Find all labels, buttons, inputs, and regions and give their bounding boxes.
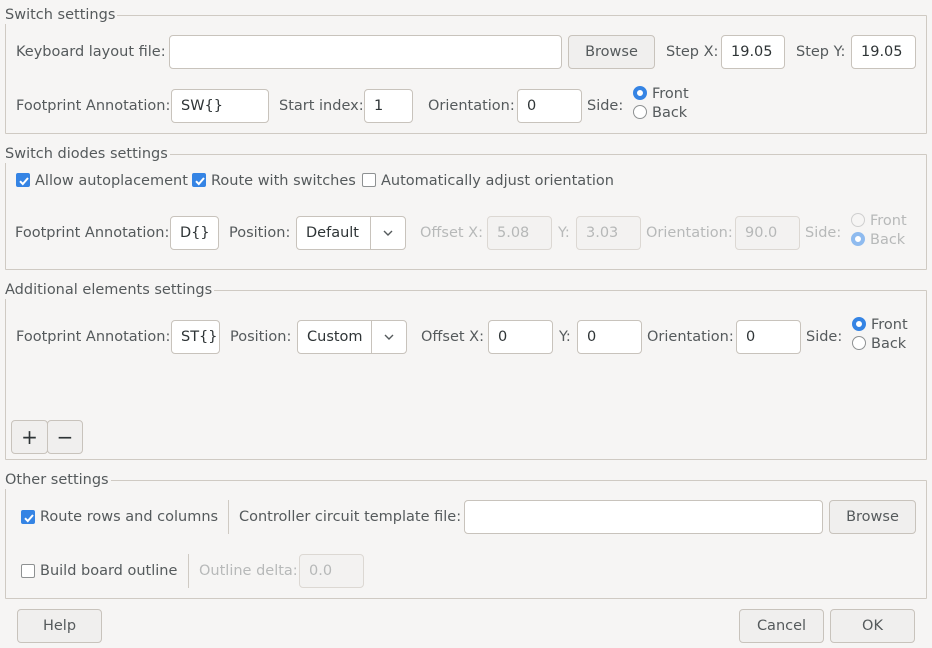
other-settings-title: Other settings: [5, 471, 111, 489]
route-rows-columns-label[interactable]: Route rows and columns: [40, 508, 218, 526]
minus-icon: −: [56, 425, 74, 449]
outline-delta-label: Outline delta:: [199, 563, 298, 579]
add-element-button[interactable]: +: [11, 420, 48, 454]
check-icon: [19, 177, 29, 186]
chevron-down-icon: [371, 321, 406, 353]
additional-y-input[interactable]: 0: [577, 320, 642, 354]
ok-button[interactable]: OK: [830, 609, 915, 643]
adjust-orientation-checkbox[interactable]: [362, 173, 376, 187]
switch-settings-group: [5, 15, 927, 134]
switch-side-front-label[interactable]: Front: [652, 85, 689, 103]
diode-footprint-label: Footprint Annotation:: [15, 225, 170, 241]
step-y-input[interactable]: 19.05: [851, 35, 916, 69]
layout-browse-button[interactable]: Browse: [568, 35, 655, 69]
step-y-label: Step Y:: [796, 44, 846, 60]
switch-orientation-label: Orientation:: [428, 98, 515, 114]
diode-position-value: Default: [306, 225, 359, 241]
diode-side-back-label: Back: [870, 232, 906, 248]
diode-offset-x-input: 5.08: [487, 216, 552, 250]
switch-footprint-input[interactable]: SW{}: [171, 89, 269, 123]
diode-side-front-label: Front: [870, 213, 907, 229]
cancel-button[interactable]: Cancel: [739, 609, 824, 643]
additional-side-back-radio[interactable]: [852, 336, 866, 350]
additional-side-front-radio[interactable]: [852, 317, 866, 331]
switch-settings-title: Switch settings: [5, 6, 118, 24]
check-icon: [195, 177, 205, 186]
additional-settings-group: [5, 290, 927, 460]
switch-side-label: Side:: [587, 98, 624, 114]
additional-offset-x-label: Offset X:: [421, 329, 484, 345]
additional-offset-x-input[interactable]: 0: [488, 320, 553, 354]
template-browse-button[interactable]: Browse: [829, 500, 916, 534]
separator: [188, 554, 189, 588]
diode-orientation-input: 90.0: [735, 216, 800, 250]
additional-side-back-label[interactable]: Back: [871, 335, 906, 353]
additional-position-combo[interactable]: Custom: [297, 320, 407, 354]
template-file-input[interactable]: [464, 500, 823, 534]
diodes-settings-title: Switch diodes settings: [5, 145, 170, 163]
chevron-down-icon: [370, 217, 405, 249]
template-file-label: Controller circuit template file:: [239, 509, 462, 525]
switch-side-front-radio[interactable]: [633, 86, 647, 100]
additional-position-label: Position:: [230, 329, 292, 345]
switch-footprint-label: Footprint Annotation:: [16, 98, 171, 114]
build-outline-label[interactable]: Build board outline: [40, 562, 177, 580]
outline-delta-input: 0.0: [299, 554, 364, 588]
layout-file-input[interactable]: [169, 35, 562, 69]
diode-side-back-radio: [851, 232, 865, 246]
additional-orientation-input[interactable]: 0: [736, 320, 801, 354]
step-x-label: Step X:: [666, 44, 719, 60]
separator: [228, 500, 229, 534]
route-with-switches-checkbox[interactable]: [192, 173, 206, 187]
other-settings-group: [5, 480, 927, 599]
allow-autoplacement-checkbox[interactable]: [16, 173, 30, 187]
additional-settings-title: Additional elements settings: [5, 281, 215, 299]
diode-footprint-input[interactable]: D{}: [170, 216, 219, 250]
additional-side-label: Side:: [806, 329, 843, 345]
additional-position-value: Custom: [307, 329, 363, 345]
step-x-input[interactable]: 19.05: [721, 35, 785, 69]
start-index-input[interactable]: 1: [364, 89, 413, 123]
switch-side-back-radio[interactable]: [633, 105, 647, 119]
diode-offset-x-label: Offset X:: [420, 225, 483, 241]
build-outline-checkbox[interactable]: [21, 564, 35, 578]
additional-y-label: Y:: [559, 329, 571, 345]
switch-orientation-input[interactable]: 0: [517, 89, 582, 123]
diode-position-label: Position:: [229, 225, 291, 241]
diode-y-label: Y:: [558, 225, 570, 241]
switch-side-back-label[interactable]: Back: [652, 104, 687, 122]
diode-y-input: 3.03: [576, 216, 641, 250]
adjust-orientation-label[interactable]: Automatically adjust orientation: [381, 172, 614, 190]
diode-position-combo[interactable]: Default: [296, 216, 406, 250]
additional-orientation-label: Orientation:: [647, 329, 734, 345]
start-index-label: Start index:: [279, 98, 364, 114]
additional-side-front-label[interactable]: Front: [871, 316, 908, 334]
additional-footprint-input[interactable]: ST{}: [171, 320, 220, 354]
route-rows-columns-checkbox[interactable]: [21, 510, 35, 524]
diode-orientation-label: Orientation:: [646, 225, 733, 241]
diode-side-front-radio: [851, 213, 865, 227]
additional-footprint-label: Footprint Annotation:: [16, 329, 171, 345]
route-with-switches-label[interactable]: Route with switches: [211, 172, 356, 190]
plus-icon: +: [21, 425, 38, 449]
layout-file-label: Keyboard layout file:: [16, 44, 166, 60]
remove-element-button[interactable]: −: [47, 420, 83, 454]
allow-autoplacement-label[interactable]: Allow autoplacement: [35, 172, 188, 190]
help-button[interactable]: Help: [17, 609, 102, 643]
check-icon: [24, 514, 34, 523]
diode-side-label: Side:: [805, 225, 842, 241]
